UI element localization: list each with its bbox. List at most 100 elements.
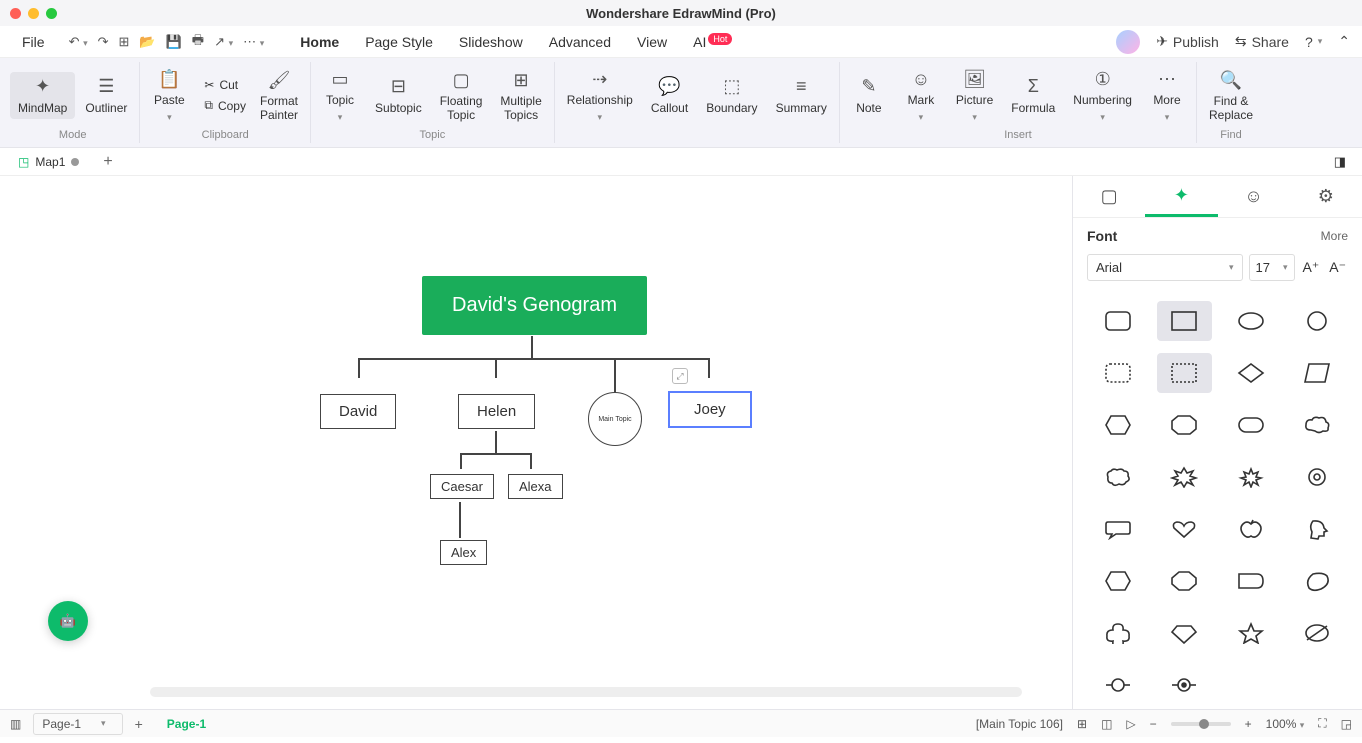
node-david[interactable]: David <box>320 394 396 429</box>
shape-quatrefoil[interactable] <box>1091 613 1145 653</box>
publish-button[interactable]: ✈Publish <box>1156 33 1219 50</box>
root-topic[interactable]: David's Genogram <box>422 276 647 335</box>
node-joey[interactable]: Joey <box>668 391 752 428</box>
relationship-button[interactable]: ⇢Relationship▾ <box>559 64 641 126</box>
selection-handle[interactable]: ⤢ <box>672 368 688 384</box>
shape-diamond[interactable] <box>1224 353 1278 393</box>
mark-button[interactable]: ☺Mark▾ <box>896 64 946 126</box>
zoom-level[interactable]: 100% ▾ <box>1266 717 1305 731</box>
node-main-topic[interactable]: Main Topic <box>588 392 642 446</box>
find-replace-button[interactable]: 🔍Find & Replace <box>1201 65 1261 125</box>
add-tab-button[interactable]: + <box>97 153 118 171</box>
topic-button[interactable]: ▭Topic▾ <box>315 64 365 126</box>
shape-hexagon[interactable] <box>1091 405 1145 445</box>
picture-button[interactable]: 🖼Picture▾ <box>948 64 1001 126</box>
copy-button[interactable]: ⧉Copy <box>200 96 250 115</box>
shape-gem[interactable] <box>1157 613 1211 653</box>
outliner-mode-button[interactable]: ☰Outliner <box>77 72 135 119</box>
zoom-slider[interactable] <box>1171 722 1231 726</box>
node-helen[interactable]: Helen <box>458 394 535 429</box>
shape-head[interactable] <box>1290 509 1344 549</box>
shape-star[interactable] <box>1224 613 1278 653</box>
maximize-window-button[interactable] <box>46 8 57 19</box>
sb-grid-button[interactable]: ⊞ <box>1077 717 1087 731</box>
toggle-panel-button[interactable]: ◨ <box>1326 154 1354 170</box>
shape-octagon2[interactable] <box>1157 561 1211 601</box>
sp-tab-layout[interactable]: ▢ <box>1073 176 1145 217</box>
tab-home[interactable]: Home <box>298 30 341 54</box>
open-button[interactable]: 📂 <box>139 34 155 50</box>
shape-ellipse[interactable] <box>1224 301 1278 341</box>
multiple-topics-button[interactable]: ⊞Multiple Topics <box>492 65 549 125</box>
zoom-out-button[interactable]: − <box>1150 717 1157 731</box>
shape-apple[interactable] <box>1224 509 1278 549</box>
decrease-font-button[interactable]: A⁻ <box>1327 257 1348 278</box>
sb-preview-button[interactable]: ▷ <box>1126 717 1135 731</box>
tab-page-style[interactable]: Page Style <box>363 30 435 54</box>
canvas[interactable]: David's Genogram David Helen Main Topic … <box>0 176 1072 709</box>
note-button[interactable]: ✎Note <box>844 72 894 119</box>
floating-topic-button[interactable]: ▢Floating Topic <box>432 65 491 125</box>
shape-dashed-rect[interactable] <box>1157 353 1211 393</box>
node-alexa[interactable]: Alexa <box>508 474 563 499</box>
formula-button[interactable]: ΣFormula <box>1003 72 1063 119</box>
summary-button[interactable]: ≡Summary <box>768 72 835 119</box>
page-selector[interactable]: Page-1▾ <box>33 713 122 735</box>
tab-view[interactable]: View <box>635 30 669 54</box>
help-button[interactable]: ? ▾ <box>1305 34 1322 50</box>
minimize-window-button[interactable] <box>28 8 39 19</box>
sp-tab-settings[interactable]: ⚙ <box>1290 176 1362 217</box>
sb-outline-button[interactable]: ▥ <box>10 717 21 731</box>
sp-tab-style[interactable]: ✦ <box>1145 176 1217 217</box>
new-button[interactable]: ⊞ <box>119 34 130 50</box>
file-menu[interactable]: File <box>12 30 55 54</box>
save-button[interactable]: 💾 <box>166 34 182 50</box>
cut-button[interactable]: ✂Cut <box>200 76 250 94</box>
shape-capsule[interactable] <box>1224 405 1278 445</box>
print-button[interactable]: 🖶 <box>192 31 204 53</box>
shape-strike-ellipse[interactable] <box>1290 613 1344 653</box>
paste-button[interactable]: 📋Paste▾ <box>144 64 194 126</box>
user-avatar[interactable] <box>1116 30 1140 54</box>
font-more-button[interactable]: More <box>1321 229 1348 243</box>
add-page-button[interactable]: + <box>135 716 143 732</box>
shape-tab[interactable] <box>1224 561 1278 601</box>
node-caesar[interactable]: Caesar <box>430 474 494 499</box>
shape-speech[interactable] <box>1091 509 1145 549</box>
shape-node-target[interactable] <box>1157 665 1211 705</box>
increase-font-button[interactable]: A⁺ <box>1301 257 1322 278</box>
collapse-ribbon-button[interactable]: ⌃ <box>1338 33 1350 50</box>
shape-heart[interactable] <box>1157 509 1211 549</box>
shape-node-circle[interactable] <box>1091 665 1145 705</box>
undo-button[interactable]: ↶ ▾ <box>69 34 88 50</box>
shape-dashed-rounded[interactable] <box>1091 353 1145 393</box>
shape-parallelogram[interactable] <box>1290 353 1344 393</box>
tab-slideshow[interactable]: Slideshow <box>457 30 525 54</box>
callout-button[interactable]: 💬Callout <box>643 72 696 119</box>
ai-assistant-button[interactable]: 🤖 <box>48 601 88 641</box>
shape-leaf[interactable] <box>1290 561 1344 601</box>
tab-advanced[interactable]: Advanced <box>547 30 613 54</box>
shape-gear[interactable] <box>1290 457 1344 497</box>
tab-ai[interactable]: AIHot <box>691 30 734 54</box>
zoom-in-button[interactable]: + <box>1245 717 1252 731</box>
format-painter-button[interactable]: 🖌Format Painter <box>252 65 306 125</box>
shape-octagon[interactable] <box>1157 405 1211 445</box>
horizontal-scrollbar[interactable] <box>150 687 1022 697</box>
export-button[interactable]: ↗ ▾ <box>214 34 233 50</box>
shape-rect[interactable] <box>1157 301 1211 341</box>
close-window-button[interactable] <box>10 8 21 19</box>
current-page-tab[interactable]: Page-1 <box>155 717 218 731</box>
sp-tab-icons[interactable]: ☺ <box>1218 176 1290 217</box>
mindmap-mode-button[interactable]: ✦MindMap <box>10 72 75 119</box>
font-family-select[interactable]: Arial▾ <box>1087 254 1243 281</box>
fullscreen-button[interactable]: ◲ <box>1341 717 1352 731</box>
node-alex[interactable]: Alex <box>440 540 487 565</box>
font-size-select[interactable]: 17▾ <box>1249 254 1295 281</box>
shape-rounded-rect[interactable] <box>1091 301 1145 341</box>
redo-button[interactable]: ↷ <box>98 34 109 50</box>
boundary-button[interactable]: ⬚Boundary <box>698 72 765 119</box>
shape-circle[interactable] <box>1290 301 1344 341</box>
shape-burst2[interactable] <box>1224 457 1278 497</box>
shape-hexagon2[interactable] <box>1091 561 1145 601</box>
